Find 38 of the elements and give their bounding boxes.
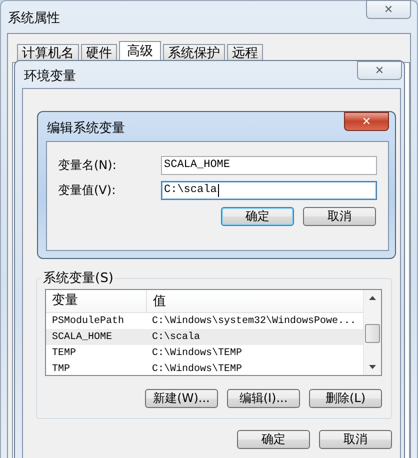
close-button[interactable]: ✕ [344,112,389,131]
variable-name: SCALA_HOME [51,332,114,342]
variable-value: C:\Windows\TEMP [151,348,242,358]
field-label: 变量名(N): [58,157,118,174]
scroll-down-icon[interactable] [369,365,376,369]
variable-name: TEMP [51,348,78,358]
list-row[interactable]: TEMP C:\Windows\TEMP [46,345,363,361]
list-action-button[interactable]: 编辑(I)... [227,389,300,408]
variable-value: C:\scala [151,332,200,342]
variable-name: TMP [51,364,72,374]
variable-list[interactable]: 变量 值 PSModulePath C:\Windows\system32\WindowsPowe... SCALA_HOME C:\scala TEMP C:\Windows\TEMP TMP C:\Windows\TEMP [45,289,382,376]
variable-value: C:\Windows\TEMP [151,364,242,374]
variable-value: C:\Windows\system32\WindowsPowe... [151,316,356,326]
group-label: 系统变量(S) [42,270,114,287]
dialog-button[interactable]: 确定 [237,430,310,449]
input-field[interactable]: C:\scala [161,181,377,200]
input-field[interactable]: SCALA_HOME [161,156,377,175]
column-header[interactable]: 变量 [46,290,147,312]
list-row[interactable]: PSModulePath C:\Windows\system32\WindowsPowe... [46,313,363,329]
field-label: 变量值(V): [58,182,117,199]
list-action-button[interactable]: 新建(W)... [145,389,218,408]
dialog-title: 编辑系统变量 [47,120,125,137]
scroll-up-icon[interactable] [369,296,376,300]
dialog-title: 环境变量 [24,68,76,85]
scroll-thumb[interactable] [365,324,380,343]
dialog-button[interactable]: 取消 [319,430,392,449]
dialog-button[interactable]: 确定 [221,207,294,226]
column-header[interactable]: 值 [147,292,166,310]
close-button[interactable]: ✕ [357,61,402,80]
list-action-button[interactable]: 删除(L) [309,389,382,408]
window-title: 系统属性 [8,10,60,27]
tab[interactable]: 高级 [119,41,161,62]
list-row[interactable]: TMP C:\Windows\TEMP [46,361,363,375]
dialog-button[interactable]: 取消 [303,207,376,226]
list-row[interactable]: SCALA_HOME C:\scala [46,329,363,345]
variable-name: PSModulePath [51,316,126,326]
close-button[interactable]: ✕ [366,0,411,19]
scrollbar[interactable] [363,290,381,375]
